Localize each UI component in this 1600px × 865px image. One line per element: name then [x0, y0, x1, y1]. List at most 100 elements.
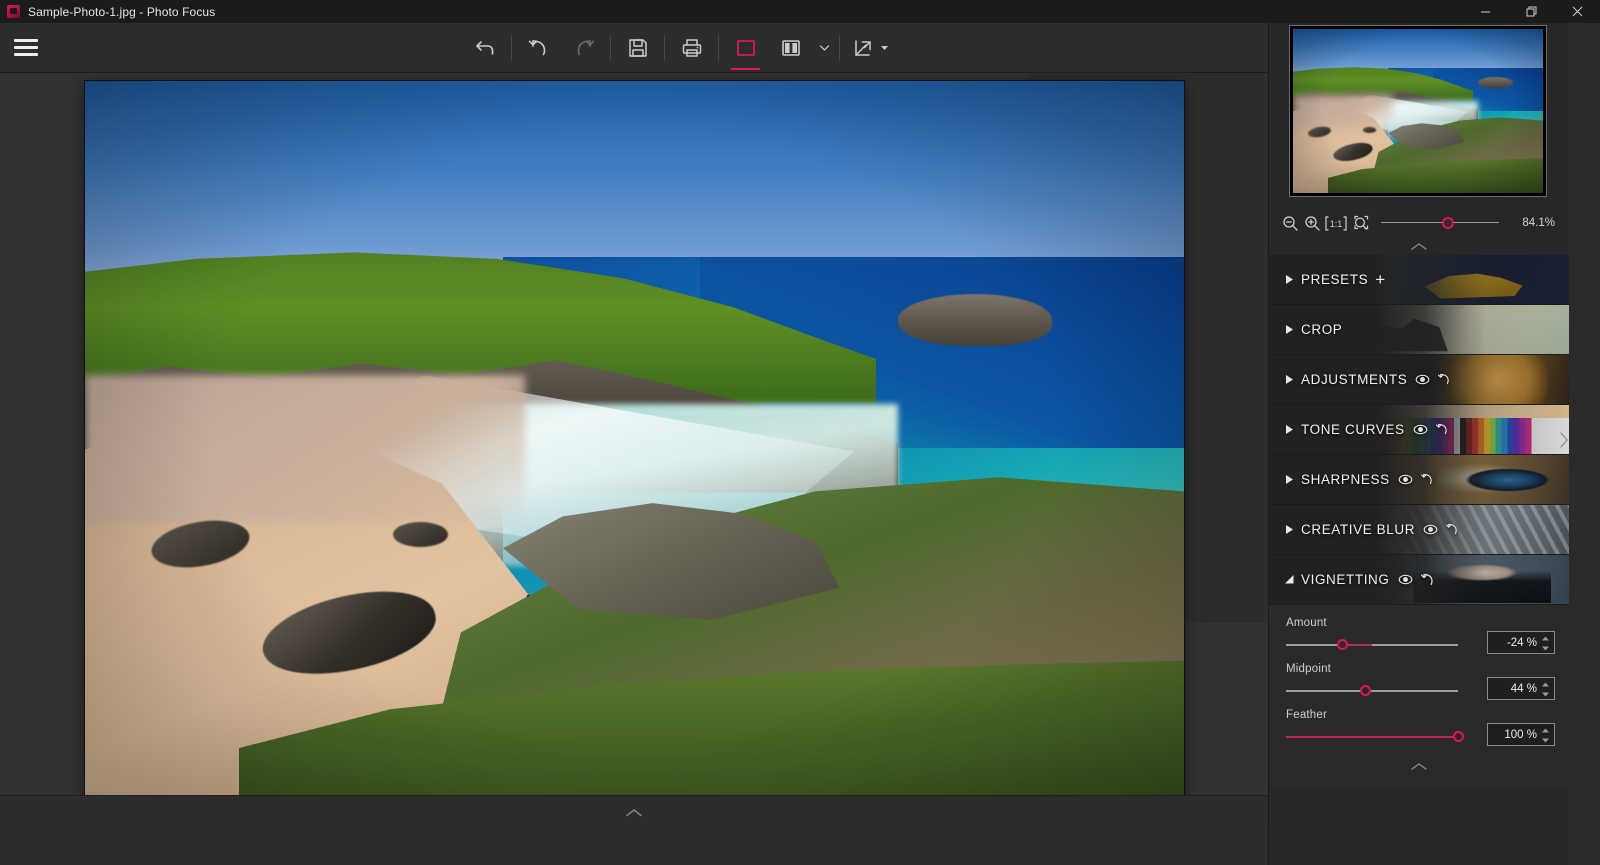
view-options-dropdown[interactable]	[813, 23, 835, 73]
split-view-button[interactable]	[768, 23, 813, 73]
midpoint-value-field[interactable]: 44 %	[1487, 677, 1555, 700]
toolbar-button-group	[462, 23, 896, 73]
canvas-collapse-bar[interactable]	[0, 795, 1268, 830]
eye-visibility-icon[interactable]	[1398, 574, 1413, 585]
chevron-right-icon[interactable]	[1277, 374, 1301, 385]
toolbar-divider	[664, 34, 665, 61]
navigator-collapse-bar[interactable]	[1269, 237, 1569, 255]
share-button[interactable]	[844, 23, 896, 73]
eye-visibility-icon[interactable]	[1413, 424, 1428, 435]
slider-label-midpoint: Midpoint	[1286, 663, 1332, 675]
adjustment-sections: PRESETS + CROP ADJUSTMENTS TONE CURVES S…	[1269, 255, 1569, 787]
spinner-up-icon	[1542, 728, 1549, 733]
reset-icon[interactable]	[1445, 523, 1458, 536]
midpoint-spinner[interactable]	[1540, 680, 1551, 699]
sidebar-item-presets[interactable]: PRESETS +	[1269, 255, 1569, 305]
chevron-down-icon	[819, 45, 829, 51]
add-preset-icon[interactable]: +	[1375, 271, 1385, 288]
revert-button[interactable]	[462, 23, 507, 73]
fit-to-screen-icon[interactable]	[1349, 211, 1373, 235]
sidebar-item-creative-blur[interactable]: CREATIVE BLUR	[1269, 505, 1569, 555]
close-button[interactable]	[1554, 0, 1600, 23]
chevron-up-icon	[1411, 242, 1427, 250]
undo-arrow-icon	[528, 39, 545, 55]
maximize-restore-button[interactable]	[1508, 0, 1554, 23]
chevron-right-icon[interactable]	[1277, 424, 1301, 435]
image-canvas-area[interactable]	[0, 73, 1268, 830]
svg-text:1:1: 1:1	[1330, 219, 1343, 229]
feather-slider[interactable]	[1286, 730, 1464, 744]
slider-thumb[interactable]	[1337, 639, 1349, 650]
amount-spinner[interactable]	[1540, 634, 1551, 653]
zoom-slider-track	[1381, 222, 1499, 223]
zoom-slider-thumb[interactable]	[1442, 217, 1454, 229]
redo-button[interactable]	[561, 23, 606, 73]
reset-icon[interactable]	[1420, 473, 1433, 486]
sidebar-item-vignetting[interactable]: VIGNETTING	[1269, 555, 1569, 605]
zoom-in-icon[interactable]	[1301, 211, 1323, 235]
sidebar-item-crop[interactable]: CROP	[1269, 305, 1569, 355]
section-label-tone-curves: TONE CURVES	[1301, 422, 1405, 437]
one-to-one-icon[interactable]: 1:1	[1323, 211, 1349, 235]
spinner-down-icon	[1542, 738, 1549, 743]
vignetting-controls-panel: Amount -24 % Midpoint 44 % Feather 100 %	[1269, 605, 1569, 787]
reset-icon[interactable]	[1435, 423, 1448, 436]
chevron-right-icon[interactable]	[1277, 474, 1301, 485]
zoom-percent-label: 84.1%	[1522, 217, 1555, 229]
feather-value-field[interactable]: 100 %	[1487, 723, 1555, 746]
reset-icon[interactable]	[1420, 573, 1434, 587]
undo-button[interactable]	[516, 23, 561, 73]
redo-arrow-icon	[577, 39, 594, 55]
window-controls	[1462, 0, 1600, 23]
sidebar-item-adjustments[interactable]: ADJUSTMENTS	[1269, 355, 1569, 405]
midpoint-value-text: 44 %	[1510, 682, 1537, 695]
save-button[interactable]	[615, 23, 660, 73]
slider-thumb[interactable]	[1452, 731, 1464, 742]
toolbar-divider	[610, 34, 611, 61]
feather-spinner[interactable]	[1540, 726, 1551, 745]
spinner-down-icon	[1542, 692, 1549, 697]
amount-value-text: -24 %	[1506, 636, 1537, 649]
reset-icon[interactable]	[1437, 373, 1450, 386]
chevron-down-expanded-icon[interactable]	[1277, 574, 1301, 585]
slider-row-midpoint: Midpoint 44 %	[1269, 663, 1569, 703]
zoom-slider[interactable]	[1381, 216, 1499, 230]
caret-down-icon	[880, 46, 888, 50]
navigator-preview[interactable]	[1289, 25, 1547, 197]
hamburger-menu-icon[interactable]	[0, 23, 52, 73]
toolbar-divider	[718, 34, 719, 61]
section-label-crop: CROP	[1301, 322, 1343, 337]
section-label-sharpness: SHARPNESS	[1301, 472, 1390, 487]
zoom-toolbar: 1:1 84.1%	[1269, 205, 1569, 241]
photo-preview[interactable]	[85, 81, 1184, 816]
eye-visibility-icon[interactable]	[1423, 524, 1438, 535]
vignetting-collapse-bar[interactable]	[1269, 755, 1569, 777]
midpoint-slider[interactable]	[1286, 684, 1458, 698]
zoom-out-icon[interactable]	[1279, 211, 1301, 235]
eye-visibility-icon[interactable]	[1398, 474, 1413, 485]
amount-value-field[interactable]: -24 %	[1487, 631, 1555, 654]
main-toolbar	[0, 23, 1268, 73]
slider-track	[1286, 644, 1458, 646]
floppy-disk-icon	[628, 38, 647, 57]
chevron-right-icon[interactable]	[1277, 324, 1301, 335]
spinner-up-icon	[1542, 636, 1549, 641]
sidebar-item-tone-curves[interactable]: TONE CURVES	[1269, 405, 1569, 455]
amount-slider[interactable]	[1286, 638, 1458, 652]
single-pane-icon	[736, 39, 755, 56]
eye-visibility-icon[interactable]	[1415, 374, 1430, 385]
toolbar-divider	[511, 34, 512, 61]
share-export-icon	[854, 39, 871, 56]
panel-expand-button[interactable]	[1554, 415, 1572, 465]
single-view-button[interactable]	[723, 23, 768, 73]
slider-thumb[interactable]	[1359, 685, 1371, 696]
section-label-vignetting: VIGNETTING	[1301, 572, 1390, 587]
slider-row-amount: Amount -24 %	[1269, 617, 1569, 657]
window-title: Sample-Photo-1.jpg - Photo Focus	[28, 4, 216, 19]
chevron-right-icon[interactable]	[1277, 524, 1301, 535]
sidebar-item-sharpness[interactable]: SHARPNESS	[1269, 455, 1569, 505]
spinner-up-icon	[1542, 682, 1549, 687]
print-button[interactable]	[669, 23, 714, 73]
minimize-button[interactable]	[1462, 0, 1508, 23]
chevron-right-icon[interactable]	[1277, 274, 1301, 285]
